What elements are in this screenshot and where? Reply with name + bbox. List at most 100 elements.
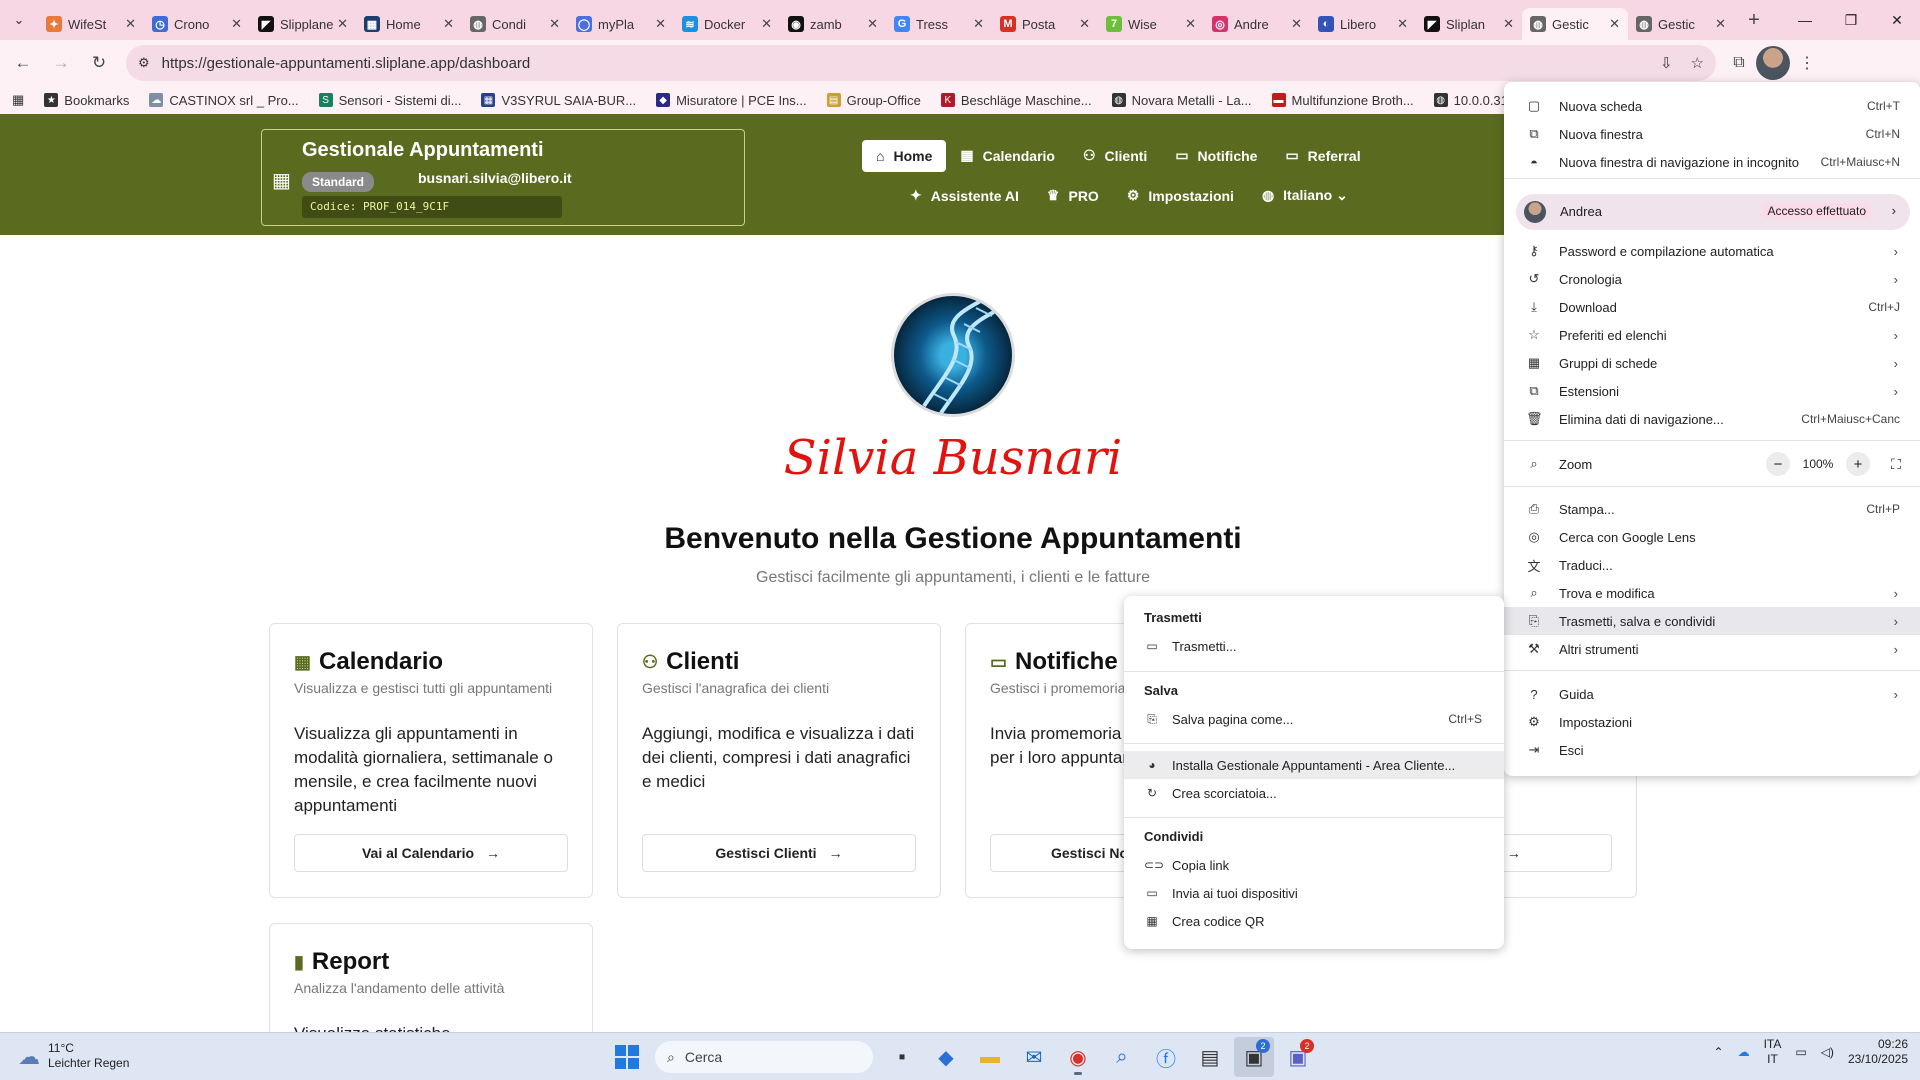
menu-item[interactable]: ⇥ Esci <box>1504 736 1920 764</box>
address-bar[interactable]: ⚙ https://gestionale-appuntamenti.slipla… <box>126 45 1716 81</box>
close-tab-icon[interactable]: ✕ <box>125 16 136 32</box>
facebook-icon[interactable]: ⓕ <box>1146 1037 1186 1077</box>
nav-notifiche[interactable]: ▭ Notifiche <box>1161 139 1271 172</box>
forward-button[interactable]: → <box>42 44 80 82</box>
nav-pro[interactable]: ♛ PRO <box>1033 179 1113 212</box>
fullscreen-icon[interactable]: ⛶ <box>1884 452 1908 476</box>
submenu-item[interactable]: ↻ Crea scorciatoia... <box>1124 779 1504 807</box>
menu-item[interactable]: ⧉ Nuova finestra Ctrl+N <box>1504 120 1920 148</box>
menu-item[interactable]: 文 Traduci... <box>1504 551 1920 579</box>
menu-item[interactable]: ▢ Nuova scheda Ctrl+T <box>1504 92 1920 120</box>
bookmark-item[interactable]: ★ Bookmarks <box>34 93 139 108</box>
tab[interactable]: ✦ WifeSt ✕ <box>38 8 144 40</box>
menu-item[interactable]: ⎘ Trasmetti, salva e condividi › <box>1504 607 1920 635</box>
submenu-item[interactable]: ⊂⊃ Copia link <box>1124 851 1504 879</box>
profile-avatar-button[interactable] <box>1756 46 1790 80</box>
tab[interactable]: ◯ myPla ✕ <box>568 8 674 40</box>
menu-item[interactable]: ↺ Cronologia › <box>1504 265 1920 293</box>
referral-card-button[interactable]: e→ <box>1486 834 1612 872</box>
close-tab-icon[interactable]: ✕ <box>867 16 878 32</box>
close-tab-icon[interactable]: ✕ <box>1503 16 1514 32</box>
search-app-icon[interactable]: ⌕ <box>1102 1037 1142 1077</box>
close-tab-icon[interactable]: ✕ <box>1291 16 1302 32</box>
tab[interactable]: ▦ Home ✕ <box>356 8 462 40</box>
tab[interactable]: M Posta ✕ <box>992 8 1098 40</box>
store-icon[interactable]: ▤ <box>1190 1037 1230 1077</box>
chevron-up-icon[interactable]: ⌃ <box>1714 1045 1724 1059</box>
menu-item[interactable]: ⚷ Password e compilazione automatica › <box>1504 237 1920 265</box>
tab[interactable]: ◎ Andre ✕ <box>1204 8 1310 40</box>
close-tab-icon[interactable]: ✕ <box>549 16 560 32</box>
menu-item[interactable]: ⤓ Download Ctrl+J <box>1504 293 1920 321</box>
submenu-item[interactable]: ▭ Trasmetti... <box>1124 632 1504 660</box>
close-tab-icon[interactable]: ✕ <box>1397 16 1408 32</box>
close-tab-icon[interactable]: ✕ <box>973 16 984 32</box>
extensions-icon[interactable]: ⧉ <box>1722 46 1756 80</box>
taskbar-search[interactable]: ⌕ Cerca <box>655 1041 873 1073</box>
profile-menu-row[interactable]: Andrea Accesso effettuato › <box>1516 194 1910 230</box>
tab-search-button[interactable]: ⌄ <box>0 0 38 40</box>
submenu-item[interactable]: ◕ Installa Gestionale Appuntamenti - Area… <box>1124 751 1504 779</box>
new-tab-button[interactable]: + <box>1738 9 1770 32</box>
close-tab-icon[interactable]: ✕ <box>443 16 454 32</box>
tab[interactable]: ◉ zamb ✕ <box>780 8 886 40</box>
chrome-menu-button[interactable]: ⋮ <box>1790 46 1824 80</box>
chrome-icon[interactable]: ◉ <box>1058 1037 1098 1077</box>
nav-italiano[interactable]: ◍ Italiano ⌄ <box>1248 179 1362 212</box>
reload-button[interactable]: ↻ <box>80 44 118 82</box>
tab[interactable]: ◍ Gestic ✕ <box>1522 8 1628 40</box>
menu-item[interactable]: ⎙ Stampa... Ctrl+P <box>1504 495 1920 523</box>
app-badge-icon[interactable]: ▣ 2 <box>1234 1037 1274 1077</box>
zoom-in-button[interactable]: + <box>1846 452 1870 476</box>
tab[interactable]: ◍ Gestic ✕ <box>1628 8 1734 40</box>
menu-item[interactable]: ⧉ Estensioni › <box>1504 377 1920 405</box>
nav-impostazioni[interactable]: ⚙ Impostazioni <box>1113 179 1248 212</box>
manage-clients-button[interactable]: Gestisci Clienti → <box>642 834 916 872</box>
close-tab-icon[interactable]: ✕ <box>1079 16 1090 32</box>
install-app-icon[interactable]: ⇩ <box>1660 54 1673 72</box>
bookmark-item[interactable]: ◍ Novara Metalli - La... <box>1102 93 1262 108</box>
network-icon[interactable]: ▭ <box>1795 1045 1806 1059</box>
volume-icon[interactable]: ◁) <box>1821 1045 1834 1059</box>
menu-item[interactable]: ⚙ Impostazioni <box>1504 708 1920 736</box>
nav-assistente[interactable]: ✦ Assistente AI <box>896 179 1033 212</box>
m365-icon[interactable]: ◆ <box>926 1037 966 1077</box>
nav-clienti[interactable]: ⚇ Clienti <box>1069 139 1161 172</box>
bookmark-star-icon[interactable]: ☆ <box>1691 54 1704 72</box>
tab[interactable]: 7 Wise ✕ <box>1098 8 1204 40</box>
tab[interactable]: ◷ Crono ✕ <box>144 8 250 40</box>
tab[interactable]: ◤ Slipplane ✕ <box>250 8 356 40</box>
tab[interactable]: ≋ Docker ✕ <box>674 8 780 40</box>
file-explorer-icon[interactable]: ▬ <box>970 1037 1010 1077</box>
submenu-item[interactable]: ⎘ Salva pagina come... Ctrl+S <box>1124 705 1504 733</box>
submenu-item[interactable]: ▦ Crea codice QR <box>1124 907 1504 935</box>
back-button[interactable]: ← <box>4 44 42 82</box>
teams-icon[interactable]: ▣ 2 <box>1278 1037 1318 1077</box>
bookmark-item[interactable]: ☁ CASTINOX srl _ Pro... <box>139 93 308 108</box>
close-tab-icon[interactable]: ✕ <box>655 16 666 32</box>
menu-item[interactable]: ⌕ Trova e modifica › <box>1504 579 1920 607</box>
submenu-item[interactable]: ▭ Invia ai tuoi dispositivi <box>1124 879 1504 907</box>
menu-item[interactable]: ⚒ Altri strumenti › <box>1504 635 1920 663</box>
menu-item[interactable]: ◎ Cerca con Google Lens <box>1504 523 1920 551</box>
manage-notifications-button[interactable]: Gestisci No <box>990 834 1130 872</box>
close-tab-icon[interactable]: ✕ <box>337 16 348 32</box>
menu-item[interactable]: ▦ Gruppi di schede › <box>1504 349 1920 377</box>
close-tab-icon[interactable]: ✕ <box>761 16 772 32</box>
start-button[interactable] <box>615 1045 639 1069</box>
tab[interactable]: ◍ Condi ✕ <box>462 8 568 40</box>
tab[interactable]: ◤ Sliplan ✕ <box>1416 8 1522 40</box>
apps-grid-icon[interactable]: ▦ <box>0 92 34 108</box>
bookmark-item[interactable]: S Sensori - Sistemi di... <box>309 93 472 108</box>
menu-item[interactable]: 🗑 Elimina dati di navigazione... Ctrl+Maiu… <box>1504 405 1920 433</box>
restore-button[interactable]: ❐ <box>1828 0 1874 40</box>
nav-home[interactable]: ⌂ Home <box>862 139 947 172</box>
input-language[interactable]: ITA IT <box>1764 1037 1782 1067</box>
nav-calendario[interactable]: ▦ Calendario <box>946 139 1069 172</box>
go-to-calendar-button[interactable]: Vai al Calendario → <box>294 834 568 872</box>
bookmark-item[interactable]: ◆ Misuratore | PCE Ins... <box>646 93 817 108</box>
site-info-icon[interactable]: ⚙ <box>138 55 150 71</box>
close-tab-icon[interactable]: ✕ <box>231 16 242 32</box>
weather-widget[interactable]: ☁ 11°C Leichter Regen <box>18 1041 129 1071</box>
close-tab-icon[interactable]: ✕ <box>1609 16 1620 32</box>
